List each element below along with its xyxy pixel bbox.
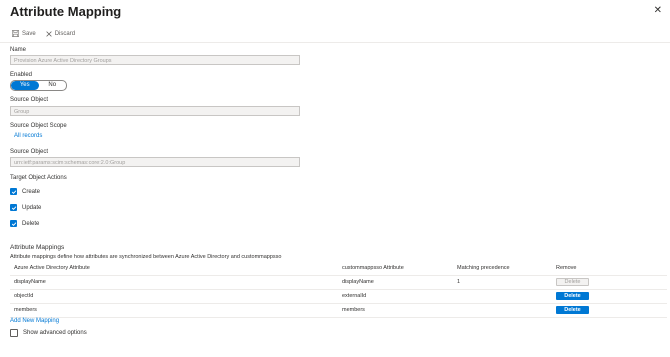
discard-label: Discard [54, 30, 76, 37]
source-object-field[interactable]: Group [10, 106, 300, 116]
name-label: Name [10, 47, 27, 53]
checkbox-checked-icon [10, 204, 17, 211]
delete-mapping-button[interactable]: Delete [556, 306, 589, 314]
toolbar-divider [0, 42, 670, 43]
delete-label: Delete [22, 220, 40, 227]
target-attribute-cell[interactable]: members [342, 307, 365, 313]
source-object-label: Source Object [10, 97, 49, 103]
discard-button[interactable]: Discard [46, 31, 75, 37]
discard-icon [46, 30, 52, 37]
checkbox-checked-icon [10, 220, 17, 227]
save-icon [12, 30, 19, 37]
toolbar: Save Discard [12, 30, 85, 37]
add-new-mapping-link[interactable]: Add New Mapping [10, 318, 59, 324]
delete-mapping-button[interactable]: Delete [556, 292, 589, 300]
save-label: Save [22, 30, 36, 37]
save-button[interactable]: Save [12, 30, 36, 37]
all-records-link[interactable]: All records [14, 133, 42, 139]
enabled-yes-option[interactable]: Yes [11, 81, 39, 90]
show-advanced-options-label: Show advanced options [23, 330, 87, 336]
source-attribute-cell[interactable]: members [14, 307, 37, 313]
source-object-scope-label: Source Object Scope [10, 123, 67, 129]
checkbox-unchecked-icon [10, 329, 18, 337]
table-divider [10, 317, 667, 318]
attribute-mappings-heading: Attribute Mappings [10, 244, 65, 251]
enabled-label: Enabled [10, 72, 33, 78]
source-object-schema-label: Source Object [10, 149, 49, 155]
target-attribute-cell[interactable]: externalId [342, 293, 366, 299]
enabled-no-option[interactable]: No [39, 81, 67, 90]
precedence-cell: 1 [457, 279, 461, 285]
enabled-toggle[interactable]: Yes No [10, 80, 67, 91]
target-attribute-cell[interactable]: displayName [342, 279, 374, 285]
delete-mapping-button[interactable]: Delete [556, 278, 589, 286]
checkbox-checked-icon [10, 188, 17, 195]
table-row: displayName displayName 1 Delete [0, 276, 670, 289]
column-header-remove: Remove [556, 265, 577, 271]
source-attribute-cell[interactable]: objectId [14, 293, 33, 299]
delete-checkbox[interactable]: Delete [10, 220, 39, 227]
create-label: Create [22, 188, 41, 195]
column-header-precedence: Matching precedence [457, 265, 510, 271]
attribute-mappings-description: Attribute mappings define how attributes… [10, 254, 282, 260]
source-attribute-cell[interactable]: displayName [14, 279, 46, 285]
column-header-target: custommappsso Attribute [342, 265, 404, 271]
table-row: objectId externalId Delete [0, 290, 670, 303]
update-label: Update [22, 204, 42, 211]
table-row: members members Delete [0, 304, 670, 317]
more-options-icon[interactable]: ··· [104, 4, 116, 14]
create-checkbox[interactable]: Create [10, 188, 40, 195]
column-header-source: Azure Active Directory Attribute [14, 265, 90, 271]
target-object-actions-label: Target Object Actions [10, 175, 67, 181]
source-object-schema-field[interactable]: urn:ietf:params:scim:schemas:core:2.0:Gr… [10, 157, 300, 167]
show-advanced-options-checkbox[interactable]: Show advanced options [10, 329, 87, 337]
name-field[interactable]: Provision Azure Active Directory Groups [10, 55, 300, 65]
close-icon[interactable]: ✕ [654, 5, 662, 16]
update-checkbox[interactable]: Update [10, 204, 41, 211]
